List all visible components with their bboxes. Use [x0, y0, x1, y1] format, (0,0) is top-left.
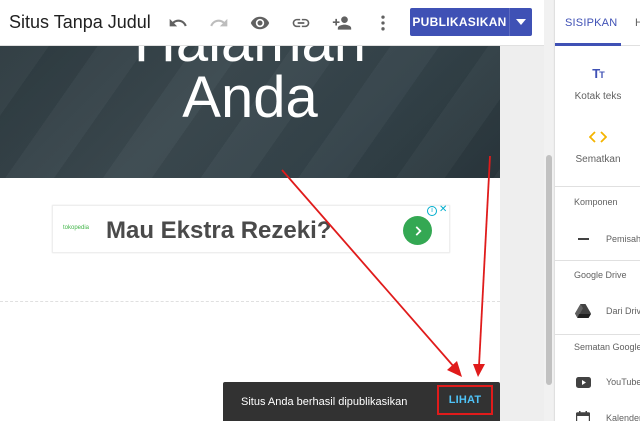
sites-editor: Situs Tanpa Judul PUBLIKASIKAN Anda toko…	[0, 0, 640, 421]
insert-panel: SISIPKAN H TT Kotak teks Sematkan Kompon…	[554, 0, 640, 421]
embed-label: Sematkan	[575, 154, 621, 165]
ad-info-icon[interactable]: i	[427, 206, 437, 216]
chevron-down-icon	[516, 19, 526, 25]
link-icon[interactable]	[290, 12, 312, 34]
ad-close-icon[interactable]: ✕	[439, 204, 447, 215]
chevron-right-icon	[415, 225, 422, 236]
divider-label: Pemisah	[606, 234, 640, 244]
page-title-line2[interactable]: Anda	[0, 68, 500, 128]
tab-pages[interactable]: H	[635, 17, 640, 29]
publish-split-button: PUBLIKASIKAN	[410, 8, 532, 36]
calendar-item[interactable]: Kalender	[575, 410, 640, 421]
site-title[interactable]: Situs Tanpa Judul	[9, 12, 151, 33]
text-box-tool[interactable]: TT Kotak teks	[555, 66, 640, 102]
publish-success-snackbar: Situs Anda berhasil dipublikasikan LIHAT	[223, 382, 500, 421]
components-heading: Komponen	[574, 197, 618, 207]
divider-icon	[575, 231, 591, 247]
preview-eye-icon[interactable]	[249, 12, 271, 34]
panel-tabs: SISIPKAN H	[555, 0, 640, 46]
panel-separator	[555, 186, 640, 187]
undo-icon[interactable]	[167, 12, 189, 34]
panel-separator	[555, 334, 640, 335]
google-drive-heading: Google Drive	[574, 270, 627, 280]
embed-icon	[555, 130, 640, 148]
redo-icon[interactable]	[208, 12, 230, 34]
share-person-add-icon[interactable]	[331, 12, 353, 34]
from-drive-item[interactable]: Dari Drive	[575, 303, 640, 319]
embedded-ad-banner[interactable]: tokopedia Mau Ekstra Rezeki? i ✕	[52, 204, 450, 253]
ad-headline[interactable]: Mau Ekstra Rezeki?	[106, 217, 331, 245]
more-vert-icon[interactable]	[372, 12, 394, 34]
page-canvas: Halaman Anda tokopedia Mau Ekstra Rezeki…	[0, 46, 500, 421]
tab-insert[interactable]: SISIPKAN	[565, 17, 617, 29]
publish-button[interactable]: PUBLIKASIKAN	[410, 8, 509, 36]
drive-icon	[575, 303, 591, 319]
active-tab-indicator	[555, 43, 621, 46]
text-box-icon: TT	[592, 66, 604, 81]
text-box-label: Kotak teks	[574, 91, 622, 102]
youtube-icon	[575, 374, 591, 390]
section-divider	[0, 301, 500, 302]
youtube-label: YouTube	[606, 377, 640, 387]
ad-logo: tokopedia	[63, 225, 90, 231]
canvas-scrollbar-thumb[interactable]	[546, 155, 552, 385]
publish-dropdown-button[interactable]	[509, 8, 532, 36]
editor-toolbar: Situs Tanpa Judul PUBLIKASIKAN	[0, 0, 553, 46]
calendar-label: Kalender	[606, 413, 640, 421]
divider-item[interactable]: Pemisah	[575, 231, 640, 247]
embed-tool[interactable]: Sematkan	[555, 130, 640, 165]
view-site-button[interactable]: LIHAT	[437, 385, 493, 415]
from-drive-label: Dari Drive	[606, 306, 640, 316]
snackbar-message: Situs Anda berhasil dipublikasikan	[241, 396, 408, 408]
ad-arrow-button[interactable]	[403, 216, 432, 245]
youtube-item[interactable]: YouTube	[575, 374, 640, 390]
panel-separator	[555, 260, 640, 261]
calendar-icon	[575, 410, 591, 421]
google-embeds-heading: Sematan Google	[574, 342, 640, 352]
header-banner[interactable]: Halaman Anda	[0, 46, 500, 178]
